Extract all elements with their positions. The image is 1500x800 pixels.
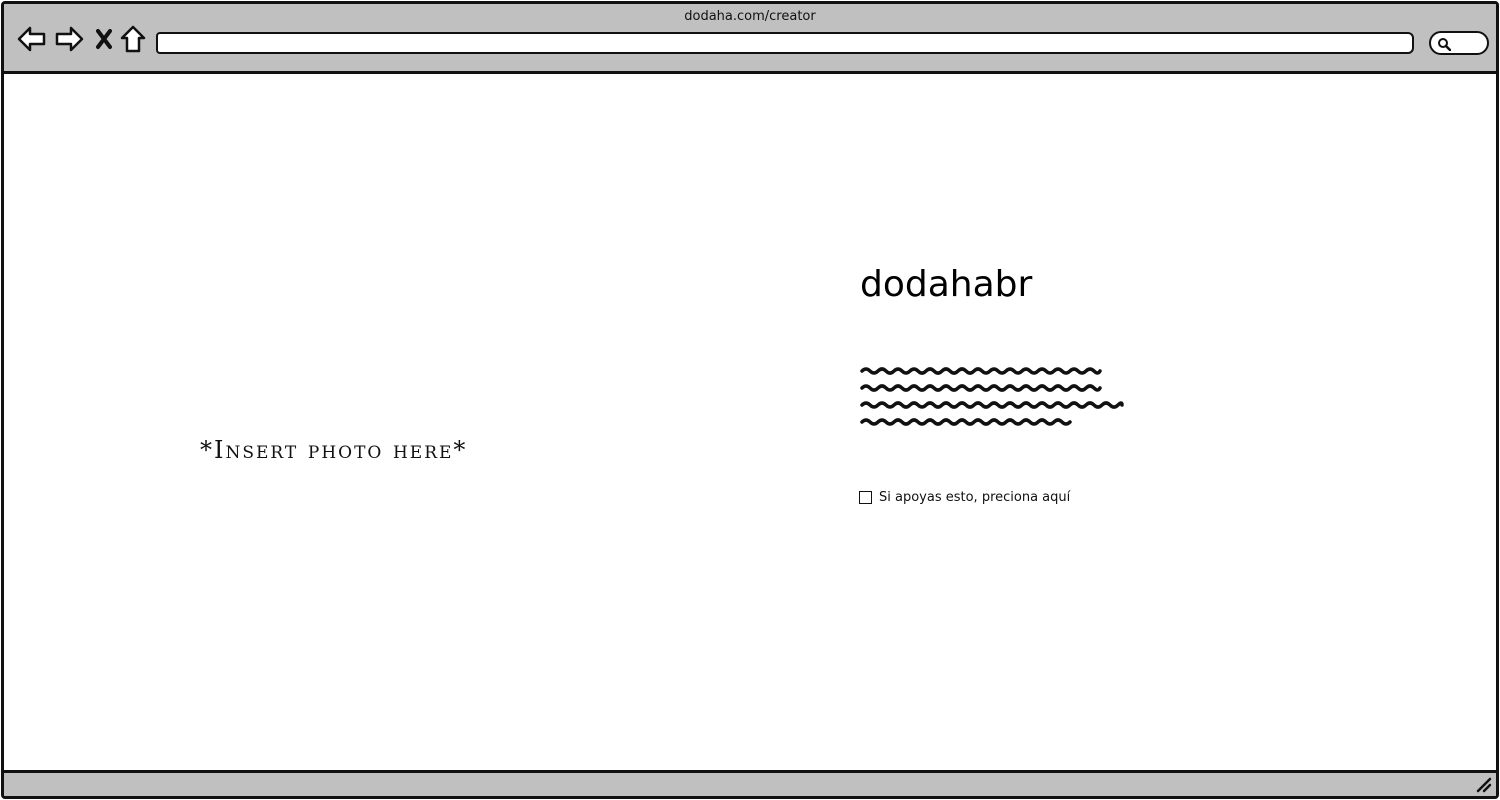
- placeholder-text-scribble: [860, 367, 1124, 426]
- creator-name: dodahabr: [860, 264, 1033, 305]
- search-icon: [1438, 38, 1451, 51]
- close-icon: [96, 29, 112, 49]
- browser-toolbar: dodaha.com/creator: [4, 4, 1496, 74]
- browser-window: dodaha.com/creator *Insert photo here* d…: [1, 1, 1499, 799]
- checkbox-input[interactable]: [859, 491, 872, 504]
- address-bar[interactable]: [156, 32, 1414, 54]
- status-bar: [4, 770, 1496, 796]
- page-content: *Insert photo here* dodahabr Si apoyas e…: [4, 74, 1496, 771]
- search-button[interactable]: [1429, 31, 1489, 55]
- photo-placeholder: *Insert photo here*: [200, 436, 468, 464]
- forward-arrow-icon: [55, 26, 84, 52]
- support-checkbox-label: Si apoyas esto, preciona aquí: [879, 490, 1071, 505]
- forward-button[interactable]: [53, 24, 85, 54]
- stop-button[interactable]: [88, 24, 120, 54]
- resize-grip-icon[interactable]: [1476, 777, 1492, 793]
- home-icon: [120, 25, 146, 53]
- support-checkbox[interactable]: Si apoyas esto, preciona aquí: [859, 490, 1070, 505]
- window-title: dodaha.com/creator: [684, 9, 816, 24]
- home-button[interactable]: [117, 24, 149, 54]
- back-button[interactable]: [16, 24, 48, 54]
- back-arrow-icon: [17, 26, 46, 52]
